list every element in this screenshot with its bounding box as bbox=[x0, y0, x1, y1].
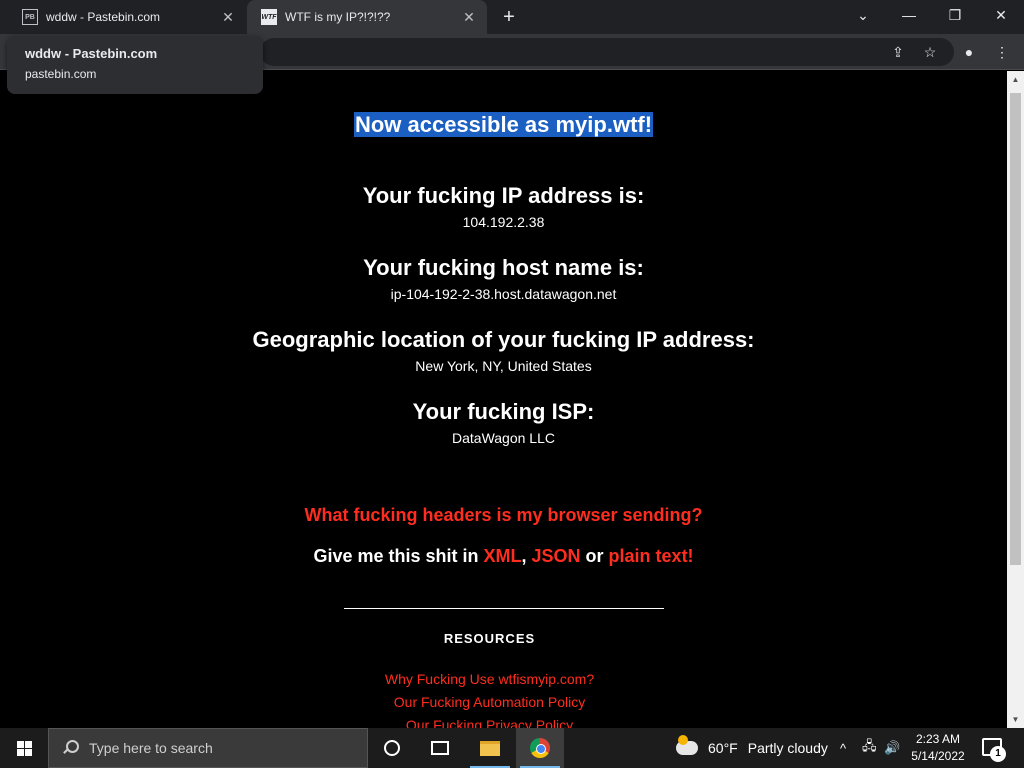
hostname-heading: Your fucking host name is: bbox=[363, 255, 644, 280]
weather-temp: 60°F bbox=[708, 740, 738, 756]
pastebin-icon: PB bbox=[22, 9, 38, 25]
hover-card-url: pastebin.com bbox=[25, 67, 97, 81]
taskbar-search-box[interactable]: Type here to search bbox=[48, 728, 368, 768]
resources-heading: RESOURCES bbox=[443, 631, 536, 646]
partly-cloudy-icon bbox=[676, 735, 698, 755]
chrome-icon bbox=[530, 738, 550, 758]
resource-link-automation[interactable]: Our Fucking Automation Policy bbox=[0, 694, 993, 710]
tab-hover-card: wddw - Pastebin.com pastebin.com bbox=[7, 36, 263, 94]
scrollbar-thumb[interactable] bbox=[1010, 93, 1021, 565]
headers-link[interactable]: What fucking headers is my browser sendi… bbox=[0, 505, 1007, 526]
plain-text-link[interactable]: plain text! bbox=[609, 546, 694, 566]
minimize-button[interactable]: — bbox=[886, 0, 932, 30]
location-value: New York, NY, United States bbox=[415, 358, 592, 374]
close-window-button[interactable]: ✕ bbox=[978, 0, 1024, 30]
tab-title: wddw - Pastebin.com bbox=[46, 10, 161, 24]
page-viewport: Now accessible as myip.wtf! Your fucking… bbox=[0, 71, 1007, 728]
chrome-taskbar-button[interactable] bbox=[516, 728, 564, 768]
file-explorer-button[interactable] bbox=[466, 728, 514, 768]
divider bbox=[344, 608, 664, 609]
bookmark-star-icon[interactable]: ☆ bbox=[919, 41, 941, 63]
clock-date: 5/14/2022 bbox=[911, 749, 965, 763]
cortana-icon bbox=[384, 740, 400, 756]
banner-text: Now accessible as myip.wtf! bbox=[353, 112, 654, 137]
weather-condition: Partly cloudy bbox=[747, 740, 828, 756]
menu-icon[interactable]: ⋮ bbox=[991, 41, 1013, 63]
taskbar-clock[interactable]: 2:23 AM 5/14/2022 bbox=[906, 731, 970, 765]
folder-icon bbox=[480, 740, 500, 756]
tab-title: WTF is my IP?!?!?? bbox=[285, 10, 391, 24]
search-icon bbox=[61, 739, 79, 757]
close-icon[interactable]: ✕ bbox=[220, 9, 236, 25]
search-placeholder: Type here to search bbox=[89, 740, 213, 756]
address-bar[interactable] bbox=[260, 38, 954, 66]
tab-wtf-is-my-ip[interactable]: WTF WTF is my IP?!?!?? ✕ bbox=[247, 0, 487, 34]
start-button[interactable] bbox=[0, 728, 48, 768]
show-hidden-icons-chevron-icon[interactable]: ^ bbox=[840, 728, 846, 768]
scroll-up-arrow-icon[interactable]: ▲ bbox=[1007, 71, 1024, 88]
ip-heading: Your fucking IP address is: bbox=[362, 183, 645, 208]
clock-time: 2:23 AM bbox=[915, 732, 961, 746]
tab-pastebin[interactable]: PB wddw - Pastebin.com ✕ bbox=[8, 0, 246, 34]
formats-line: Give me this shit in XML, JSON or plain … bbox=[0, 546, 1007, 567]
formats-comma: , bbox=[521, 546, 532, 566]
windows-logo-icon bbox=[16, 740, 32, 756]
cortana-button[interactable] bbox=[368, 728, 416, 768]
formats-prefix: Give me this shit in bbox=[313, 546, 484, 566]
browser-titlebar: PB wddw - Pastebin.com ✕ WTF WTF is my I… bbox=[0, 0, 1024, 34]
task-view-button[interactable] bbox=[416, 728, 464, 768]
location-heading: Geographic location of your fucking IP a… bbox=[252, 327, 755, 352]
profile-icon[interactable]: ● bbox=[958, 41, 980, 63]
page-banner: Now accessible as myip.wtf! bbox=[0, 112, 1007, 138]
resource-link-privacy[interactable]: Our Fucking Privacy Policy bbox=[0, 717, 993, 728]
wtf-icon: WTF bbox=[261, 9, 277, 25]
isp-value: DataWagon LLC bbox=[452, 430, 555, 446]
page-scrollbar[interactable]: ▲ ▼ bbox=[1007, 71, 1024, 728]
xml-link[interactable]: XML bbox=[483, 546, 521, 566]
ip-value: 104.192.2.38 bbox=[462, 214, 545, 230]
hover-card-title: wddw - Pastebin.com bbox=[25, 46, 158, 61]
network-icon[interactable]: 🖧 bbox=[862, 728, 877, 768]
isp-heading: Your fucking ISP: bbox=[412, 399, 595, 424]
scroll-down-arrow-icon[interactable]: ▼ bbox=[1007, 711, 1024, 728]
task-view-icon bbox=[431, 741, 449, 755]
share-icon[interactable]: ⇪ bbox=[887, 41, 909, 63]
windows-taskbar: Type here to search 60°F Partly cloudy ^… bbox=[0, 728, 1024, 768]
volume-icon[interactable]: 🔊 bbox=[884, 728, 900, 768]
new-tab-button[interactable]: + bbox=[498, 6, 520, 28]
formats-or: or bbox=[580, 546, 609, 566]
close-icon[interactable]: ✕ bbox=[461, 9, 477, 25]
weather-widget[interactable]: 60°F Partly cloudy bbox=[676, 728, 828, 768]
hostname-value: ip-104-192-2-38.host.datawagon.net bbox=[390, 286, 617, 302]
notification-count-badge: 1 bbox=[990, 746, 1006, 762]
maximize-button[interactable]: ❐ bbox=[932, 0, 978, 30]
tab-search-icon[interactable]: ⌄ bbox=[840, 0, 886, 30]
json-link[interactable]: JSON bbox=[532, 546, 581, 566]
resource-link-why[interactable]: Why Fucking Use wtfismyip.com? bbox=[0, 671, 993, 687]
